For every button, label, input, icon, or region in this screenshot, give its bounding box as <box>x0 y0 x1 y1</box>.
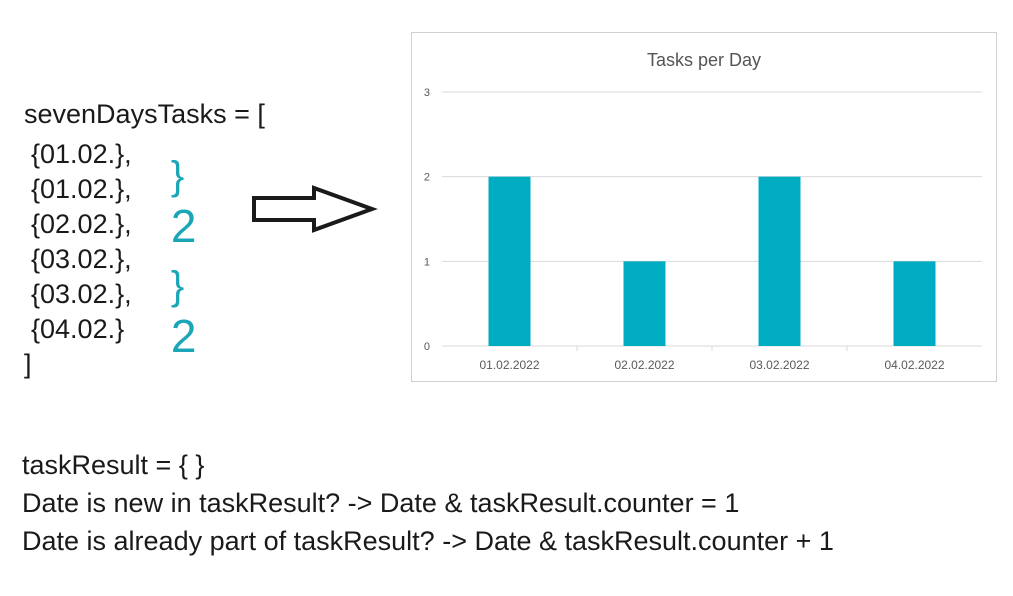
bar <box>893 261 936 346</box>
x-tick-label: 03.02.2022 <box>749 358 809 372</box>
note-line: taskResult = { } <box>22 450 205 480</box>
y-tick-label: 2 <box>424 172 430 184</box>
count-annotation: } 2 <box>162 136 197 253</box>
count-label: 2 <box>170 310 197 362</box>
bar <box>758 176 801 346</box>
x-tick-label: 01.02.2022 <box>479 358 539 372</box>
count-label: 2 <box>170 200 197 252</box>
bar-chart: Tasks per Day 0 1 2 3 01.02.2022 02.02.2022 0… <box>411 32 997 382</box>
code-item: {01.02.}, <box>31 139 132 169</box>
y-tick-label: 1 <box>424 256 430 268</box>
code-closing: ] <box>24 349 32 379</box>
code-item: {02.02.}, <box>31 209 132 239</box>
x-tick-label: 04.02.2022 <box>884 358 944 372</box>
note-line: Date is already part of taskResult? -> D… <box>22 526 834 556</box>
code-header: sevenDaysTasks = [ <box>24 99 265 129</box>
bar <box>623 261 666 346</box>
count-annotation: } 2 <box>162 246 197 363</box>
chart-title: Tasks per Day <box>647 50 761 70</box>
code-item: {03.02.}, <box>31 244 132 274</box>
chart-canvas: Tasks per Day 0 1 2 3 01.02.2022 02.02.2022 0… <box>424 50 982 372</box>
x-tick-label: 02.02.2022 <box>614 358 674 372</box>
bar <box>488 176 531 346</box>
notes-block: taskResult = { } Date is new in taskResu… <box>22 446 834 560</box>
code-item: {04.02.} <box>31 314 125 344</box>
code-item: {03.02.}, <box>31 279 132 309</box>
code-item: {01.02.}, <box>31 174 132 204</box>
note-line: Date is new in taskResult? -> Date & tas… <box>22 488 740 518</box>
brace-symbol: } <box>170 154 185 198</box>
right-arrow-icon <box>252 185 378 233</box>
brace-symbol: } <box>170 264 185 308</box>
y-tick-label: 3 <box>424 87 430 99</box>
y-tick-label: 0 <box>424 341 430 353</box>
